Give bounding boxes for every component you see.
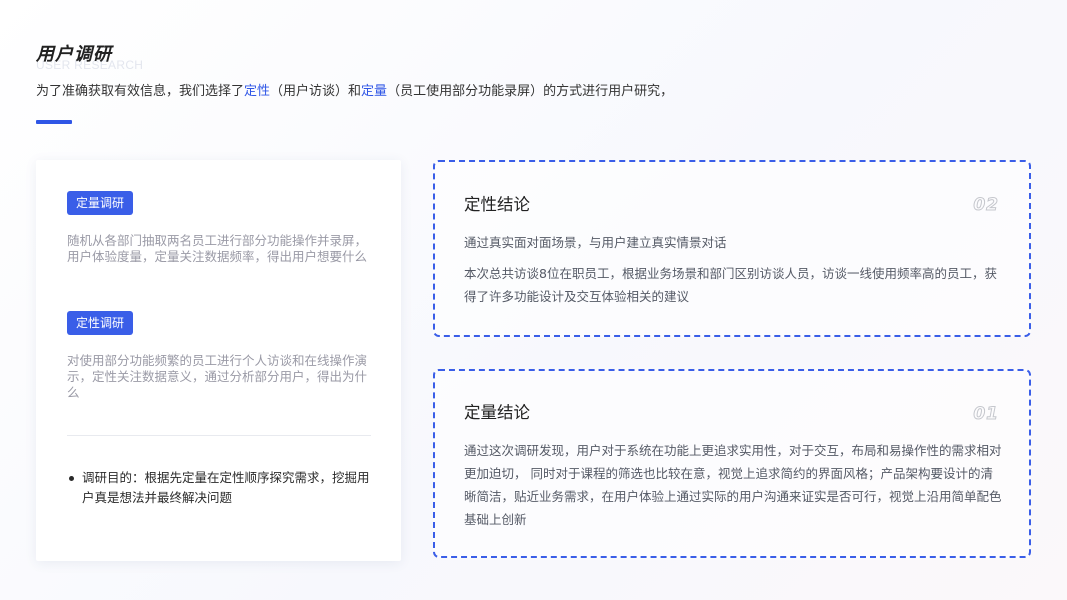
intro-highlight-quantitative: 定量	[361, 84, 388, 99]
qualitative-conclusion-text-2: 本次总共访谈8位在职员工，根据业务场景和部门区别访谈人员，访谈一线使用频率高的员…	[464, 266, 997, 304]
intro-before: 为了准确获取有效信息，我们选择了	[36, 84, 245, 99]
qualitative-conclusion-text-1: 通过真实面对面场景，与用户建立真实情景对话	[464, 235, 727, 250]
quantitative-conclusion-card: 定量结论 01 通过这次调研发现，用户对于系统在功能上更追求实用性，对于交互，布…	[433, 369, 1031, 558]
qualitative-conclusion-card: 定性结论 02 通过真实面对面场景，与用户建立真实情景对话 本次总共访谈8位在职…	[433, 160, 1031, 337]
qualitative-research-tag: 定性调研	[67, 311, 134, 335]
research-purpose-text: 调研目的：根据先定量在定性顺序探究需求，挖掘用户真是想法并最终解决问题	[82, 470, 370, 505]
intro-highlight-qualitative: 定性	[244, 84, 271, 99]
quantitative-conclusion-number: 01	[973, 404, 999, 425]
intro-text: 为了准确获取有效信息，我们选择了定性（用户访谈）和定量（员工使用部分功能录屏）的…	[36, 80, 673, 99]
quantitative-research-tag: 定量调研	[67, 191, 134, 215]
quantitative-research-desc: 随机从各部门抽取两名员工进行部分功能操作并录屏，用户体验度量，定量关注数据频率，…	[67, 233, 368, 264]
research-purpose-item: 调研目的：根据先定量在定性顺序探究需求，挖掘用户真是想法并最终解决问题	[67, 468, 372, 508]
bullet-dot-icon	[69, 476, 74, 481]
research-method-card: 定量调研 随机从各部门抽取两名员工进行部分功能操作并录屏，用户体验度量，定量关注…	[36, 160, 401, 561]
accent-bar	[36, 120, 72, 124]
intro-after: （员工使用部分功能录屏）的方式进行用户研究，	[387, 84, 674, 99]
quantitative-conclusion-title: 定量结论	[464, 403, 530, 422]
qualitative-conclusion-title: 定性结论	[464, 195, 530, 214]
intro-middle: （用户访谈）和	[270, 84, 362, 99]
qualitative-conclusion-number: 02	[973, 195, 999, 216]
section-title: 用户调研	[36, 44, 112, 65]
qualitative-research-desc: 对使用部分功能频繁的员工进行个人访谈和在线操作演示，定性关注数据意义，通过分析部…	[67, 353, 368, 400]
divider	[67, 435, 371, 436]
quantitative-conclusion-text: 通过这次调研发现，用户对于系统在功能上更追求实用性，对于交互，布局和易操作性的需…	[464, 443, 1002, 527]
